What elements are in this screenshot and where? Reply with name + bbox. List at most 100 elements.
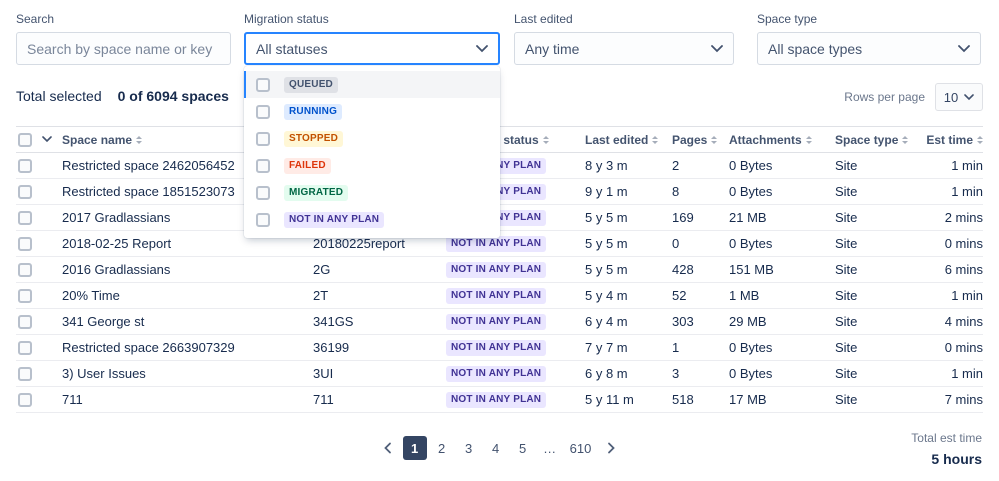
page-button-2[interactable]: 2: [430, 436, 454, 460]
space-type-select[interactable]: All space types: [757, 32, 981, 65]
cell-attachments: 151 MB: [729, 262, 835, 277]
cell-space-type: Site: [835, 392, 926, 407]
last-edited-label: Last edited: [514, 12, 573, 26]
header-attachments[interactable]: Attachments: [729, 133, 812, 147]
cell-last-edited: 8 y 3 m: [585, 158, 672, 173]
row-checkbox[interactable]: [18, 263, 32, 277]
cell-space-type: Site: [835, 236, 926, 251]
row-checkbox[interactable]: [18, 289, 32, 303]
sort-icon: [711, 136, 717, 144]
sort-icon: [902, 136, 908, 144]
cell-migration-status: NOT IN ANY PLAN: [446, 366, 585, 382]
status-option[interactable]: QUEUED: [244, 71, 500, 98]
chevron-down-icon: [476, 45, 488, 53]
sort-icon: [806, 136, 812, 144]
rows-per-page-label: Rows per page: [844, 90, 925, 104]
status-option-badge: RUNNING: [284, 104, 342, 120]
prev-page-button[interactable]: [376, 436, 400, 460]
row-checkbox[interactable]: [18, 315, 32, 329]
status-badge: NOT IN ANY PLAN: [446, 392, 546, 408]
search-label: Search: [16, 12, 54, 26]
cell-attachments: 0 Bytes: [729, 158, 835, 173]
status-option[interactable]: MIGRATED: [244, 179, 500, 206]
cell-attachments: 0 Bytes: [729, 366, 835, 381]
next-page-button[interactable]: [599, 436, 623, 460]
cell-attachments: 1 MB: [729, 288, 835, 303]
cell-last-edited: 5 y 5 m: [585, 236, 672, 251]
status-option-badge: NOT IN ANY PLAN: [284, 212, 384, 228]
status-option[interactable]: RUNNING: [244, 98, 500, 125]
cell-migration-status: NOT IN ANY PLAN: [446, 340, 585, 356]
row-checkbox[interactable]: [18, 393, 32, 407]
space-type-label: Space type: [757, 12, 817, 26]
option-checkbox[interactable]: [256, 186, 270, 200]
cell-space-name: 3) User Issues: [62, 366, 313, 381]
row-checkbox[interactable]: [18, 211, 32, 225]
chevron-down-icon: [958, 45, 970, 53]
cell-space-key: 36199: [313, 340, 446, 355]
cell-pages: 1: [672, 340, 729, 355]
cell-migration-status: NOT IN ANY PLAN: [446, 314, 585, 330]
last-edited-select[interactable]: Any time: [514, 32, 734, 65]
page-button-3[interactable]: 3: [457, 436, 481, 460]
page-button-4[interactable]: 4: [484, 436, 508, 460]
row-checkbox[interactable]: [18, 237, 32, 251]
rows-per-page-select[interactable]: 10: [935, 83, 983, 111]
status-option-badge: MIGRATED: [284, 185, 348, 201]
migration-status-select[interactable]: All statuses: [244, 32, 500, 65]
option-checkbox[interactable]: [256, 213, 270, 227]
pagination-ellipsis: …: [538, 436, 562, 460]
cell-last-edited: 5 y 5 m: [585, 262, 672, 277]
cell-pages: 169: [672, 210, 729, 225]
cell-est-time: 4 mins: [926, 314, 983, 329]
sort-icon: [136, 136, 142, 144]
page-button-610[interactable]: 610: [565, 436, 597, 460]
header-est-time[interactable]: Est time: [926, 133, 983, 147]
cell-space-type: Site: [835, 366, 926, 381]
cell-attachments: 29 MB: [729, 314, 835, 329]
cell-est-time: 0 mins: [926, 236, 983, 251]
header-space-type[interactable]: Space type: [835, 133, 908, 147]
cell-space-key: 3UI: [313, 366, 446, 381]
cell-est-time: 1 min: [926, 366, 983, 381]
cell-space-key: 2T: [313, 288, 446, 303]
row-checkbox[interactable]: [18, 367, 32, 381]
status-badge: NOT IN ANY PLAN: [446, 288, 546, 304]
select-all-checkbox[interactable]: [18, 133, 32, 147]
bulk-select-chevron-icon[interactable]: [42, 136, 52, 143]
chevron-right-icon: [604, 441, 618, 455]
cell-last-edited: 6 y 8 m: [585, 366, 672, 381]
total-est-time-value: 5 hours: [931, 451, 982, 467]
cell-pages: 3: [672, 366, 729, 381]
status-option-badge: QUEUED: [284, 77, 338, 93]
table-row: 2016 Gradlassians 2G NOT IN ANY PLAN 5 y…: [16, 257, 983, 283]
option-checkbox[interactable]: [256, 105, 270, 119]
status-option[interactable]: STOPPED: [244, 125, 500, 152]
cell-space-key: 2G: [313, 262, 446, 277]
cell-est-time: 1 min: [926, 184, 983, 199]
cell-last-edited: 5 y 4 m: [585, 288, 672, 303]
total-selected-label: Total selected: [16, 88, 102, 104]
header-last-edited[interactable]: Last edited: [585, 133, 658, 147]
rows-per-page-value: 10: [944, 90, 958, 105]
option-checkbox[interactable]: [256, 132, 270, 146]
option-checkbox[interactable]: [256, 78, 270, 92]
status-option-badge: FAILED: [284, 158, 331, 174]
page-button-1[interactable]: 1: [403, 436, 427, 460]
row-checkbox[interactable]: [18, 159, 32, 173]
page-button-5[interactable]: 5: [511, 436, 535, 460]
cell-space-key: 341GS: [313, 314, 446, 329]
header-pages[interactable]: Pages: [672, 133, 717, 147]
cell-space-type: Site: [835, 262, 926, 277]
row-checkbox[interactable]: [18, 341, 32, 355]
table-row: 341 George st 341GS NOT IN ANY PLAN 6 y …: [16, 309, 983, 335]
cell-space-type: Site: [835, 314, 926, 329]
row-checkbox[interactable]: [18, 185, 32, 199]
status-option[interactable]: NOT IN ANY PLAN: [244, 206, 500, 233]
cell-space-type: Site: [835, 340, 926, 355]
search-input[interactable]: [16, 32, 231, 65]
header-space-name[interactable]: Space name: [62, 133, 142, 147]
status-option[interactable]: FAILED: [244, 152, 500, 179]
option-checkbox[interactable]: [256, 159, 270, 173]
cell-est-time: 0 mins: [926, 340, 983, 355]
